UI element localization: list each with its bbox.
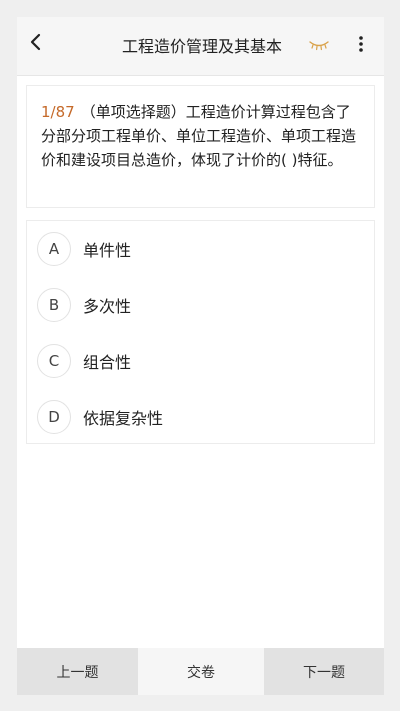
top-bar: 工程造价管理及其基本 bbox=[17, 17, 384, 76]
option-letter: B bbox=[37, 288, 71, 322]
closed-eye-icon bbox=[307, 38, 331, 57]
option-a[interactable]: A 单件性 bbox=[27, 227, 374, 271]
option-text: 依据复杂性 bbox=[83, 409, 164, 428]
bottom-bar: 上一题 交卷 下一题 bbox=[17, 648, 384, 695]
more-menu-button[interactable] bbox=[353, 36, 369, 56]
option-letter: C bbox=[37, 344, 71, 378]
question-card: 1/87 （单项选择题）工程造价计算过程包含了分部分项工程单价、单位工程造价、单项… bbox=[26, 85, 375, 208]
page-title: 工程造价管理及其基本 bbox=[121, 37, 282, 56]
option-text: 单件性 bbox=[83, 241, 132, 260]
option-b[interactable]: B 多次性 bbox=[27, 283, 374, 327]
option-c[interactable]: C 组合性 bbox=[27, 339, 374, 383]
submit-exam-button[interactable]: 交卷 bbox=[138, 648, 264, 695]
hide-answer-button[interactable] bbox=[307, 37, 331, 53]
next-question-button[interactable]: 下一题 bbox=[264, 648, 384, 695]
question-stem: 1/87 （单项选择题）工程造价计算过程包含了分部分项工程单价、单位工程造价、单项… bbox=[41, 100, 360, 172]
prev-question-button[interactable]: 上一题 bbox=[17, 648, 138, 695]
question-index: 1/87 bbox=[41, 103, 75, 121]
option-text: 组合性 bbox=[83, 353, 132, 372]
options-list: A 单件性 B 多次性 C 组合性 D 依据复杂性 bbox=[26, 220, 375, 444]
option-letter: D bbox=[37, 400, 71, 434]
more-vertical-icon bbox=[358, 35, 364, 57]
option-text: 多次性 bbox=[83, 297, 132, 316]
back-button[interactable] bbox=[23, 32, 47, 56]
question-text: （单项选择题）工程造价计算过程包含了分部分项工程单价、单位工程造价、单项工程造价… bbox=[41, 103, 357, 169]
option-letter: A bbox=[37, 232, 71, 266]
option-d[interactable]: D 依据复杂性 bbox=[27, 395, 374, 439]
chevron-left-icon bbox=[28, 33, 42, 55]
quiz-screen: 工程造价管理及其基本 1/87 （单项选择题）工程造价计算过程包含了分部分项工程单… bbox=[17, 17, 384, 695]
